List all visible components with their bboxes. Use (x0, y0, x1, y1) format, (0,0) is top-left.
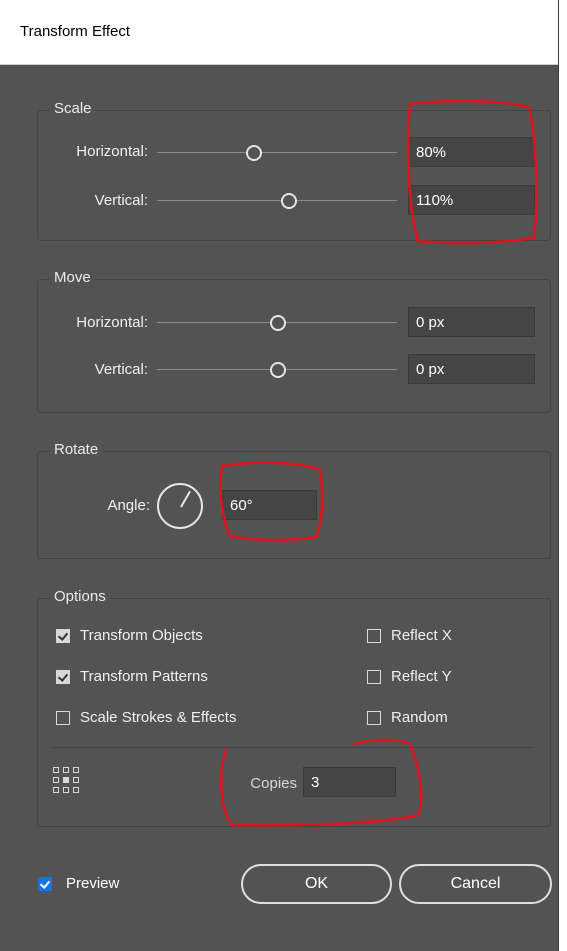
scale-strokes-label: Scale Strokes & Effects (80, 709, 237, 726)
move-vertical-slider-thumb[interactable] (270, 362, 286, 378)
cancel-button[interactable]: Cancel (399, 864, 552, 904)
preview-checkbox[interactable] (38, 877, 52, 891)
copies-label: Copies (250, 775, 297, 792)
move-horizontal-slider-thumb[interactable] (270, 315, 286, 331)
random-checkbox[interactable] (367, 711, 381, 725)
scale-horizontal-label: Horizontal: (76, 143, 148, 160)
rotate-group-title: Rotate (50, 441, 103, 458)
options-group-title: Options (50, 588, 110, 605)
scale-vertical-input[interactable]: 110% (408, 185, 535, 215)
scale-horizontal-slider-thumb[interactable] (246, 145, 262, 161)
title-bar: Transform Effect (0, 0, 558, 65)
move-vertical-label: Vertical: (94, 361, 148, 378)
random-label: Random (391, 709, 448, 726)
move-group-title: Move (50, 269, 95, 286)
dialog-title: Transform Effect (20, 23, 131, 40)
preview-label: Preview (66, 875, 120, 892)
reflect-y-label: Reflect Y (391, 668, 452, 685)
scale-horizontal-input[interactable]: 80% (408, 137, 535, 167)
reflect-x-checkbox[interactable] (367, 629, 381, 643)
reflect-y-checkbox[interactable] (367, 670, 381, 684)
scale-horizontal-slider-track[interactable] (157, 152, 397, 153)
transform-objects-checkbox[interactable] (56, 629, 70, 643)
move-horizontal-input[interactable]: 0 px (408, 307, 535, 337)
scale-group-title: Scale (50, 100, 96, 117)
scale-vertical-slider-track[interactable] (157, 200, 397, 201)
transform-objects-label: Transform Objects (80, 627, 203, 644)
transform-effect-dialog: Transform Effect Scale Horizontal: 80% V… (0, 0, 559, 951)
transform-patterns-checkbox[interactable] (56, 670, 70, 684)
dial-hand (180, 490, 191, 508)
ok-button[interactable]: OK (241, 864, 392, 904)
scale-vertical-label: Vertical: (94, 192, 148, 209)
reflect-x-label: Reflect X (391, 627, 452, 644)
scale-group: Scale (37, 100, 551, 241)
reference-point-grid-icon[interactable] (53, 767, 81, 795)
angle-input[interactable]: 60° (222, 490, 317, 520)
angle-label: Angle: (107, 497, 150, 514)
move-group: Move (37, 269, 551, 413)
options-separator (52, 747, 534, 748)
scale-strokes-checkbox[interactable] (56, 711, 70, 725)
transform-patterns-label: Transform Patterns (80, 668, 208, 685)
dial-icon[interactable] (157, 483, 203, 529)
scale-vertical-slider-thumb[interactable] (281, 193, 297, 209)
copies-input[interactable]: 3 (303, 767, 396, 797)
move-vertical-input[interactable]: 0 px (408, 354, 535, 384)
move-horizontal-label: Horizontal: (76, 314, 148, 331)
